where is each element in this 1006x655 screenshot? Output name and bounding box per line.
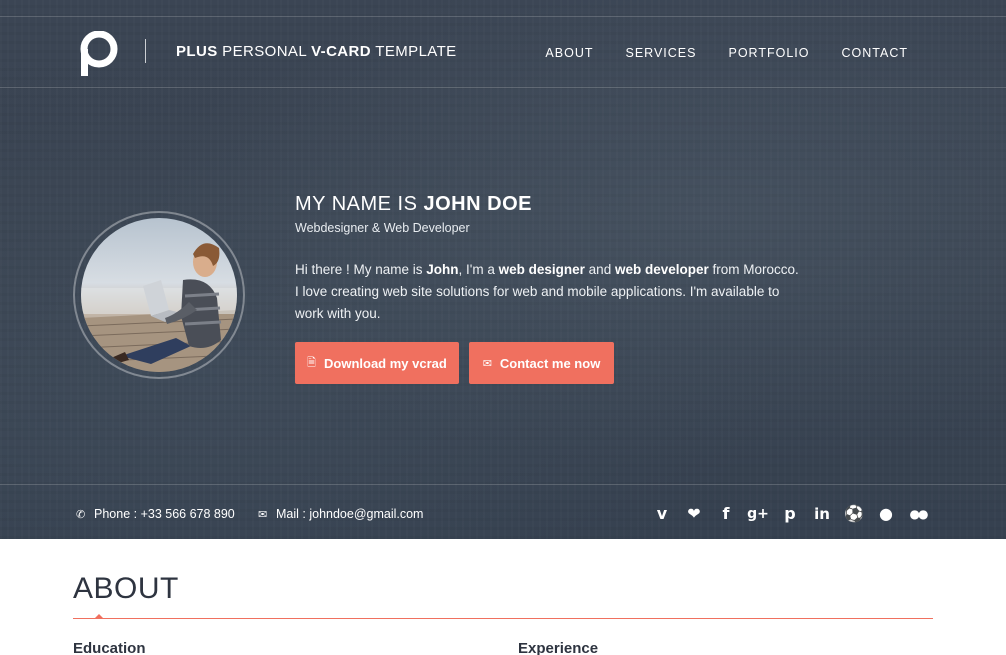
nav-portfolio[interactable]: PORTFOLIO bbox=[728, 46, 809, 60]
vimeo-icon[interactable]: v bbox=[651, 503, 673, 525]
flickr-icon[interactable]: ●● bbox=[907, 503, 929, 525]
bio-text: Hi there ! My name is John, I'm a web de… bbox=[295, 259, 805, 325]
logo-divider bbox=[145, 39, 146, 63]
top-navigation-bar: PLUS PERSONAL V-CARD TEMPLATE ABOUT SERV… bbox=[0, 16, 1006, 88]
phone-info: ✆ Phone : +33 566 678 890 bbox=[76, 507, 235, 521]
nav-services[interactable]: SERVICES bbox=[625, 46, 696, 60]
profile-photo bbox=[81, 218, 237, 372]
github-icon[interactable]: ● bbox=[875, 503, 897, 525]
phone-icon: ✆ bbox=[76, 509, 86, 521]
headline-name: JOHN DOE bbox=[423, 193, 532, 215]
envelope-icon: ✉ bbox=[482, 357, 492, 370]
education-heading: Education bbox=[73, 640, 146, 655]
bio-role-designer: web designer bbox=[498, 262, 585, 277]
about-divider-caret bbox=[94, 614, 104, 619]
social-links: v ❤ f g+ p in ⚽ ● ●● bbox=[651, 503, 929, 525]
logo-icon[interactable] bbox=[80, 31, 120, 77]
mail-icon: ✉ bbox=[258, 509, 268, 521]
job-title: Webdesigner & Web Developer bbox=[295, 221, 470, 235]
mail-info: ✉ Mail : johndoe@gmail.com bbox=[258, 507, 423, 521]
about-section-title: ABOUT bbox=[73, 572, 179, 605]
nav-contact[interactable]: CONTACT bbox=[842, 46, 909, 60]
contact-bar: ✆ Phone : +33 566 678 890 ✉ Mail : johndoe… bbox=[0, 484, 1006, 539]
dribbble-icon[interactable]: ⚽ bbox=[843, 503, 865, 525]
pinterest-icon[interactable]: p bbox=[779, 503, 801, 525]
linkedin-icon[interactable]: in bbox=[811, 503, 833, 525]
bio-part: Hi there ! My name is bbox=[295, 262, 427, 277]
brand-bold-vcard: V-CARD bbox=[311, 43, 371, 60]
facebook-icon[interactable]: f bbox=[715, 503, 737, 525]
profile-photo-frame bbox=[73, 211, 245, 379]
bio-role-developer: web developer bbox=[614, 262, 709, 277]
contact-me-button[interactable]: ✉ Contact me now bbox=[469, 342, 614, 384]
document-icon: 🗎 bbox=[307, 356, 317, 369]
brand-name[interactable]: PLUS PERSONAL V-CARD TEMPLATE bbox=[176, 43, 457, 60]
download-vcard-button[interactable]: 🗎 Download my vcrad bbox=[295, 342, 459, 384]
mail-text[interactable]: Mail : johndoe@gmail.com bbox=[276, 507, 423, 521]
contact-me-label: Contact me now bbox=[499, 355, 601, 371]
hero-section: PLUS PERSONAL V-CARD TEMPLATE ABOUT SERV… bbox=[0, 0, 1006, 539]
bio-name: John bbox=[426, 262, 459, 277]
main-nav: ABOUT SERVICES PORTFOLIO CONTACT bbox=[545, 46, 908, 60]
bio-part: , I'm a bbox=[458, 262, 499, 277]
brand-light-template: TEMPLATE bbox=[371, 43, 457, 60]
headline-light: MY NAME IS bbox=[295, 193, 424, 215]
experience-heading: Experience bbox=[518, 640, 599, 655]
twitter-icon[interactable]: ❤ bbox=[683, 503, 705, 525]
about-divider bbox=[73, 618, 933, 619]
brand-light-personal: PERSONAL bbox=[217, 43, 312, 60]
nav-about[interactable]: ABOUT bbox=[545, 46, 593, 60]
bio-part: and bbox=[584, 262, 615, 277]
intro-block: MY NAME IS JOHN DOE Webdesigner & Web De… bbox=[295, 193, 815, 325]
download-vcard-label: Download my vcrad bbox=[324, 355, 447, 371]
google-plus-icon[interactable]: g+ bbox=[747, 503, 769, 525]
phone-text: Phone : +33 566 678 890 bbox=[94, 507, 235, 521]
brand-bold-plus: PLUS bbox=[176, 43, 218, 60]
headline: MY NAME IS JOHN DOE bbox=[295, 193, 815, 216]
